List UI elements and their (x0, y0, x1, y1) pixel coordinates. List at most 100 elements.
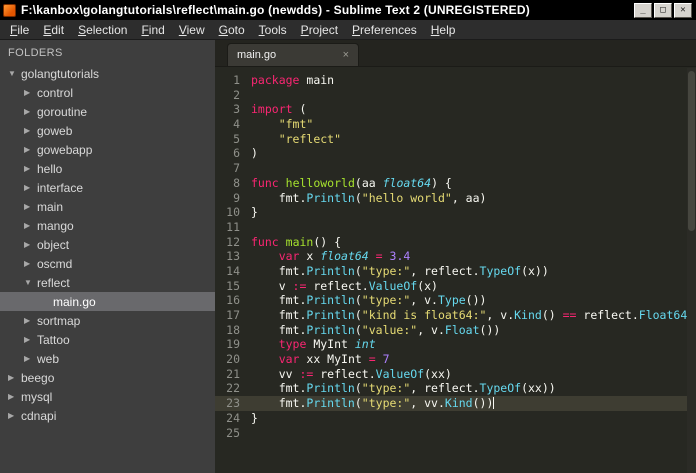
chevron-right-icon[interactable]: ▶ (23, 126, 37, 135)
code-line-13[interactable]: 13 var x float64 = 3.4 (215, 249, 696, 264)
tree-item-goweb[interactable]: ▶ goweb (0, 121, 215, 140)
tree-item-golangtutorials[interactable]: ▼ golangtutorials (0, 64, 215, 83)
code-text[interactable]: fmt.Println("kind is float64:", v.Kind()… (251, 308, 696, 323)
code-text[interactable]: fmt.Println("value:", v.Float()) (251, 323, 696, 338)
code-text[interactable]: "fmt" (251, 117, 696, 132)
menu-item-help[interactable]: Help (424, 21, 463, 39)
code-area[interactable]: 1 package main 2 3 import (4 "fmt" 5 "reflect… (215, 67, 696, 473)
code-text[interactable]: fmt.Println("type:", v.Type()) (251, 293, 696, 308)
code-line-24[interactable]: 24} (215, 411, 696, 426)
code-text[interactable]: func helloworld(aa float64) { (251, 176, 696, 191)
code-text[interactable]: } (251, 205, 696, 220)
tree-item-reflect[interactable]: ▼ reflect (0, 273, 215, 292)
tree-item-cdnapi[interactable]: ▶ cdnapi (0, 406, 215, 425)
code-text[interactable]: fmt.Println("type:", reflect.TypeOf(xx)) (251, 381, 696, 396)
code-line-20[interactable]: 20 var xx MyInt = 7 (215, 352, 696, 367)
code-line-22[interactable]: 22 fmt.Println("type:", reflect.TypeOf(x… (215, 381, 696, 396)
scrollbar-thumb[interactable] (688, 71, 695, 231)
code-text[interactable]: v := reflect.ValueOf(x) (251, 279, 696, 294)
tab-main-go[interactable]: main.go × (227, 43, 359, 66)
code-line-14[interactable]: 14 fmt.Println("type:", reflect.TypeOf(x… (215, 264, 696, 279)
chevron-down-icon[interactable]: ▼ (7, 69, 21, 78)
chevron-right-icon[interactable]: ▶ (23, 164, 37, 173)
code-line-17[interactable]: 17 fmt.Println("kind is float64:", v.Kin… (215, 308, 696, 323)
code-text[interactable]: var x float64 = 3.4 (251, 249, 696, 264)
tree-item-control[interactable]: ▶ control (0, 83, 215, 102)
code-text[interactable]: type MyInt int (251, 337, 696, 352)
tree-item-web[interactable]: ▶ web (0, 349, 215, 368)
menu-item-project[interactable]: Project (294, 21, 345, 39)
code-text[interactable] (251, 426, 696, 441)
code-line-6[interactable]: 6) (215, 146, 696, 161)
tab-close-icon[interactable]: × (343, 49, 349, 61)
tree-item-interface[interactable]: ▶ interface (0, 178, 215, 197)
chevron-right-icon[interactable]: ▶ (7, 411, 21, 420)
minimize-button[interactable]: _ (634, 2, 652, 18)
code-line-2[interactable]: 2 (215, 88, 696, 103)
chevron-right-icon[interactable]: ▶ (23, 107, 37, 116)
tree-item-goroutine[interactable]: ▶ goroutine (0, 102, 215, 121)
code-text[interactable]: } (251, 411, 696, 426)
menu-item-view[interactable]: View (172, 21, 212, 39)
tree-item-mysql[interactable]: ▶ mysql (0, 387, 215, 406)
code-text[interactable]: fmt.Println("type:", vv.Kind()) (251, 396, 696, 411)
code-text[interactable]: func main() { (251, 235, 696, 250)
menu-item-selection[interactable]: Selection (71, 21, 134, 39)
code-text[interactable]: "reflect" (251, 132, 696, 147)
code-line-7[interactable]: 7 (215, 161, 696, 176)
code-line-8[interactable]: 8 func helloworld(aa float64) { (215, 176, 696, 191)
code-line-16[interactable]: 16 fmt.Println("type:", v.Type()) (215, 293, 696, 308)
code-line-5[interactable]: 5 "reflect" (215, 132, 696, 147)
code-text[interactable] (251, 88, 696, 103)
menu-item-find[interactable]: Find (134, 21, 171, 39)
menu-item-preferences[interactable]: Preferences (345, 21, 424, 39)
code-line-23[interactable]: 23 fmt.Println("type:", vv.Kind()) (215, 396, 696, 411)
code-text[interactable] (251, 220, 696, 235)
tree-item-mango[interactable]: ▶ mango (0, 216, 215, 235)
code-line-15[interactable]: 15 v := reflect.ValueOf(x) (215, 279, 696, 294)
menu-item-edit[interactable]: Edit (36, 21, 71, 39)
code-text[interactable]: import ( (251, 102, 696, 117)
tree-item-main[interactable]: ▶ main (0, 197, 215, 216)
menu-item-goto[interactable]: Goto (212, 21, 252, 39)
code-line-18[interactable]: 18 fmt.Println("value:", v.Float()) (215, 323, 696, 338)
close-button[interactable]: ✕ (674, 2, 692, 18)
code-text[interactable]: package main (251, 73, 696, 88)
tree-item-oscmd[interactable]: ▶ oscmd (0, 254, 215, 273)
tree-item-main-go[interactable]: main.go (0, 292, 215, 311)
code-line-12[interactable]: 12 func main() { (215, 235, 696, 250)
chevron-right-icon[interactable]: ▶ (7, 373, 21, 382)
code-text[interactable]: vv := reflect.ValueOf(xx) (251, 367, 696, 382)
tree-item-hello[interactable]: ▶ hello (0, 159, 215, 178)
tree-item-sortmap[interactable]: ▶ sortmap (0, 311, 215, 330)
code-text[interactable]: fmt.Println("hello world", aa) (251, 191, 696, 206)
tree-item-object[interactable]: ▶ object (0, 235, 215, 254)
chevron-right-icon[interactable]: ▶ (23, 259, 37, 268)
code-line-10[interactable]: 10} (215, 205, 696, 220)
menu-item-file[interactable]: File (3, 21, 36, 39)
code-line-19[interactable]: 19 type MyInt int (215, 337, 696, 352)
maximize-button[interactable]: □ (654, 2, 672, 18)
chevron-right-icon[interactable]: ▶ (23, 202, 37, 211)
code-text[interactable]: ) (251, 146, 696, 161)
code-line-1[interactable]: 1 package main (215, 73, 696, 88)
chevron-right-icon[interactable]: ▶ (23, 335, 37, 344)
tree-item-gowebapp[interactable]: ▶ gowebapp (0, 140, 215, 159)
chevron-right-icon[interactable]: ▶ (23, 240, 37, 249)
chevron-down-icon[interactable]: ▼ (23, 278, 37, 287)
chevron-right-icon[interactable]: ▶ (23, 183, 37, 192)
code-line-25[interactable]: 25 (215, 426, 696, 441)
code-line-9[interactable]: 9 fmt.Println("hello world", aa) (215, 191, 696, 206)
menu-item-tools[interactable]: Tools (252, 21, 294, 39)
code-line-3[interactable]: 3 import ( (215, 102, 696, 117)
tree-item-tattoo[interactable]: ▶ Tattoo (0, 330, 215, 349)
tree-item-beego[interactable]: ▶ beego (0, 368, 215, 387)
code-text[interactable]: var xx MyInt = 7 (251, 352, 696, 367)
chevron-right-icon[interactable]: ▶ (23, 88, 37, 97)
chevron-right-icon[interactable]: ▶ (23, 316, 37, 325)
chevron-right-icon[interactable]: ▶ (23, 221, 37, 230)
title-bar[interactable]: F:\kanbox\golangtutorials\reflect\main.g… (0, 0, 696, 20)
chevron-right-icon[interactable]: ▶ (23, 354, 37, 363)
chevron-right-icon[interactable]: ▶ (7, 392, 21, 401)
code-text[interactable]: fmt.Println("type:", reflect.TypeOf(x)) (251, 264, 696, 279)
